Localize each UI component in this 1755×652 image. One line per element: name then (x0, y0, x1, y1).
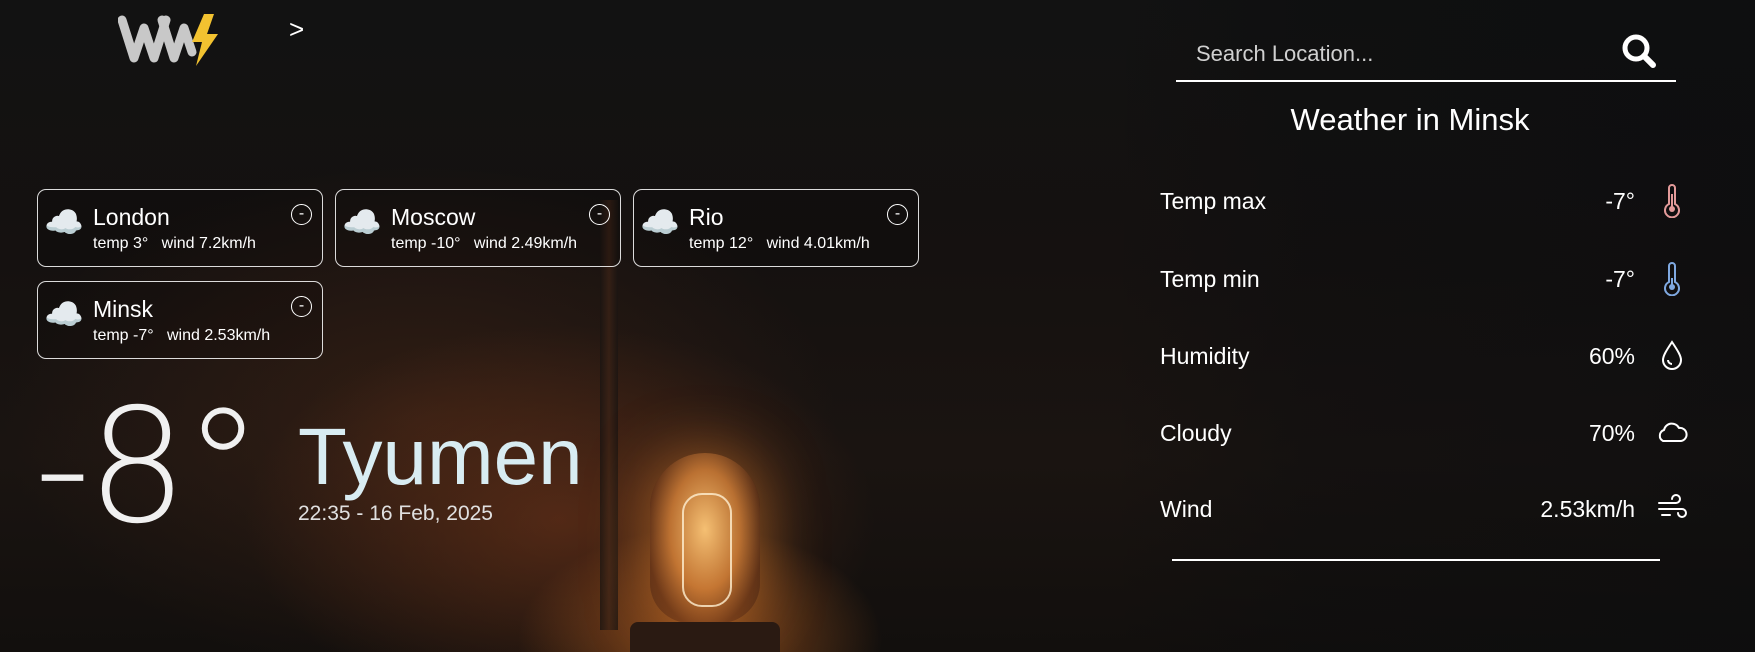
search-icon[interactable] (1616, 28, 1662, 74)
stat-value: 60% (1588, 343, 1635, 369)
city-card-minsk[interactable]: ☁️ Minsk temp -7° wind 2.53km/h - (37, 281, 323, 359)
city-card-details: temp -10° wind 2.49km/h (391, 235, 577, 253)
remove-city-button[interactable]: - (887, 204, 908, 225)
current-datetime: 22:35 - 16 Feb, 2025 (298, 502, 493, 525)
stat-value: 2.53km/h (1540, 496, 1635, 522)
city-card-name: Minsk (93, 296, 154, 322)
app-logo[interactable] (118, 12, 224, 68)
stat-value: -7° (1605, 188, 1635, 214)
stat-row-temp-min: Temp min -7° (1160, 258, 1690, 298)
stat-row-wind: Wind 2.53km/h (1160, 488, 1690, 528)
wind-icon (1658, 494, 1687, 518)
remove-city-button[interactable]: - (291, 296, 312, 317)
background-bulb-socket (630, 622, 780, 652)
city-card-name: Rio (689, 204, 724, 230)
city-card-wind: wind 4.01km/h (766, 235, 870, 252)
city-card-temp: temp -7° (93, 327, 154, 344)
city-card-wind: wind 2.49km/h (473, 235, 578, 252)
cloud-icon: ☁️ (640, 204, 680, 240)
city-card-london[interactable]: ☁️ London temp 3° wind 7.2km/h - (37, 189, 323, 267)
stat-row-cloudy: Cloudy 70% (1160, 412, 1690, 452)
city-card-rio[interactable]: ☁️ Rio temp 12° wind 4.01km/h - (633, 189, 919, 267)
panel-divider (1172, 559, 1660, 561)
droplet-icon (1661, 340, 1683, 370)
city-card-details: temp 3° wind 7.2km/h (93, 235, 256, 253)
city-card-name: London (93, 204, 170, 230)
stat-label: Temp max (1160, 188, 1267, 214)
city-card-name: Moscow (391, 204, 476, 230)
current-city-name: Tyumen (298, 412, 583, 501)
search-bar (1176, 28, 1676, 82)
city-card-wind: wind 2.53km/h (166, 327, 271, 344)
cloud-icon: ☁️ (342, 204, 382, 240)
cloud-icon: ☁️ (44, 296, 84, 332)
city-card-temp: temp 3° (93, 235, 149, 252)
current-temperature: -8° (34, 375, 263, 559)
thermometer-hot-icon (1664, 184, 1680, 218)
remove-city-button[interactable]: - (291, 204, 312, 225)
cloud-icon (1658, 422, 1688, 442)
cloud-icon: ☁️ (44, 204, 84, 240)
city-card-temp: temp -10° (391, 235, 461, 252)
city-card-moscow[interactable]: ☁️ Moscow temp -10° wind 2.49km/h - (335, 189, 621, 267)
city-card-temp: temp 12° (689, 235, 754, 252)
city-card-details: temp -7° wind 2.53km/h (93, 327, 270, 345)
stat-label: Humidity (1160, 343, 1250, 369)
stat-label: Temp min (1160, 266, 1260, 292)
thermometer-cold-icon (1664, 262, 1680, 296)
details-panel-title: Weather in Minsk (1290, 102, 1530, 137)
stat-row-temp-max: Temp max -7° (1160, 180, 1690, 220)
stat-label: Cloudy (1160, 420, 1232, 446)
remove-city-button[interactable]: - (589, 204, 610, 225)
search-input[interactable] (1194, 36, 1598, 72)
nav-forward-arrow[interactable]: > (289, 14, 304, 45)
stat-value: -7° (1605, 266, 1635, 292)
city-card-wind: wind 7.2km/h (161, 235, 256, 252)
details-panel-background (1110, 0, 1755, 652)
stat-label: Wind (1160, 496, 1213, 522)
stat-row-humidity: Humidity 60% (1160, 335, 1690, 375)
background-light-bulb (650, 453, 760, 623)
city-card-details: temp 12° wind 4.01km/h (689, 235, 870, 253)
stat-value: 70% (1588, 420, 1635, 446)
